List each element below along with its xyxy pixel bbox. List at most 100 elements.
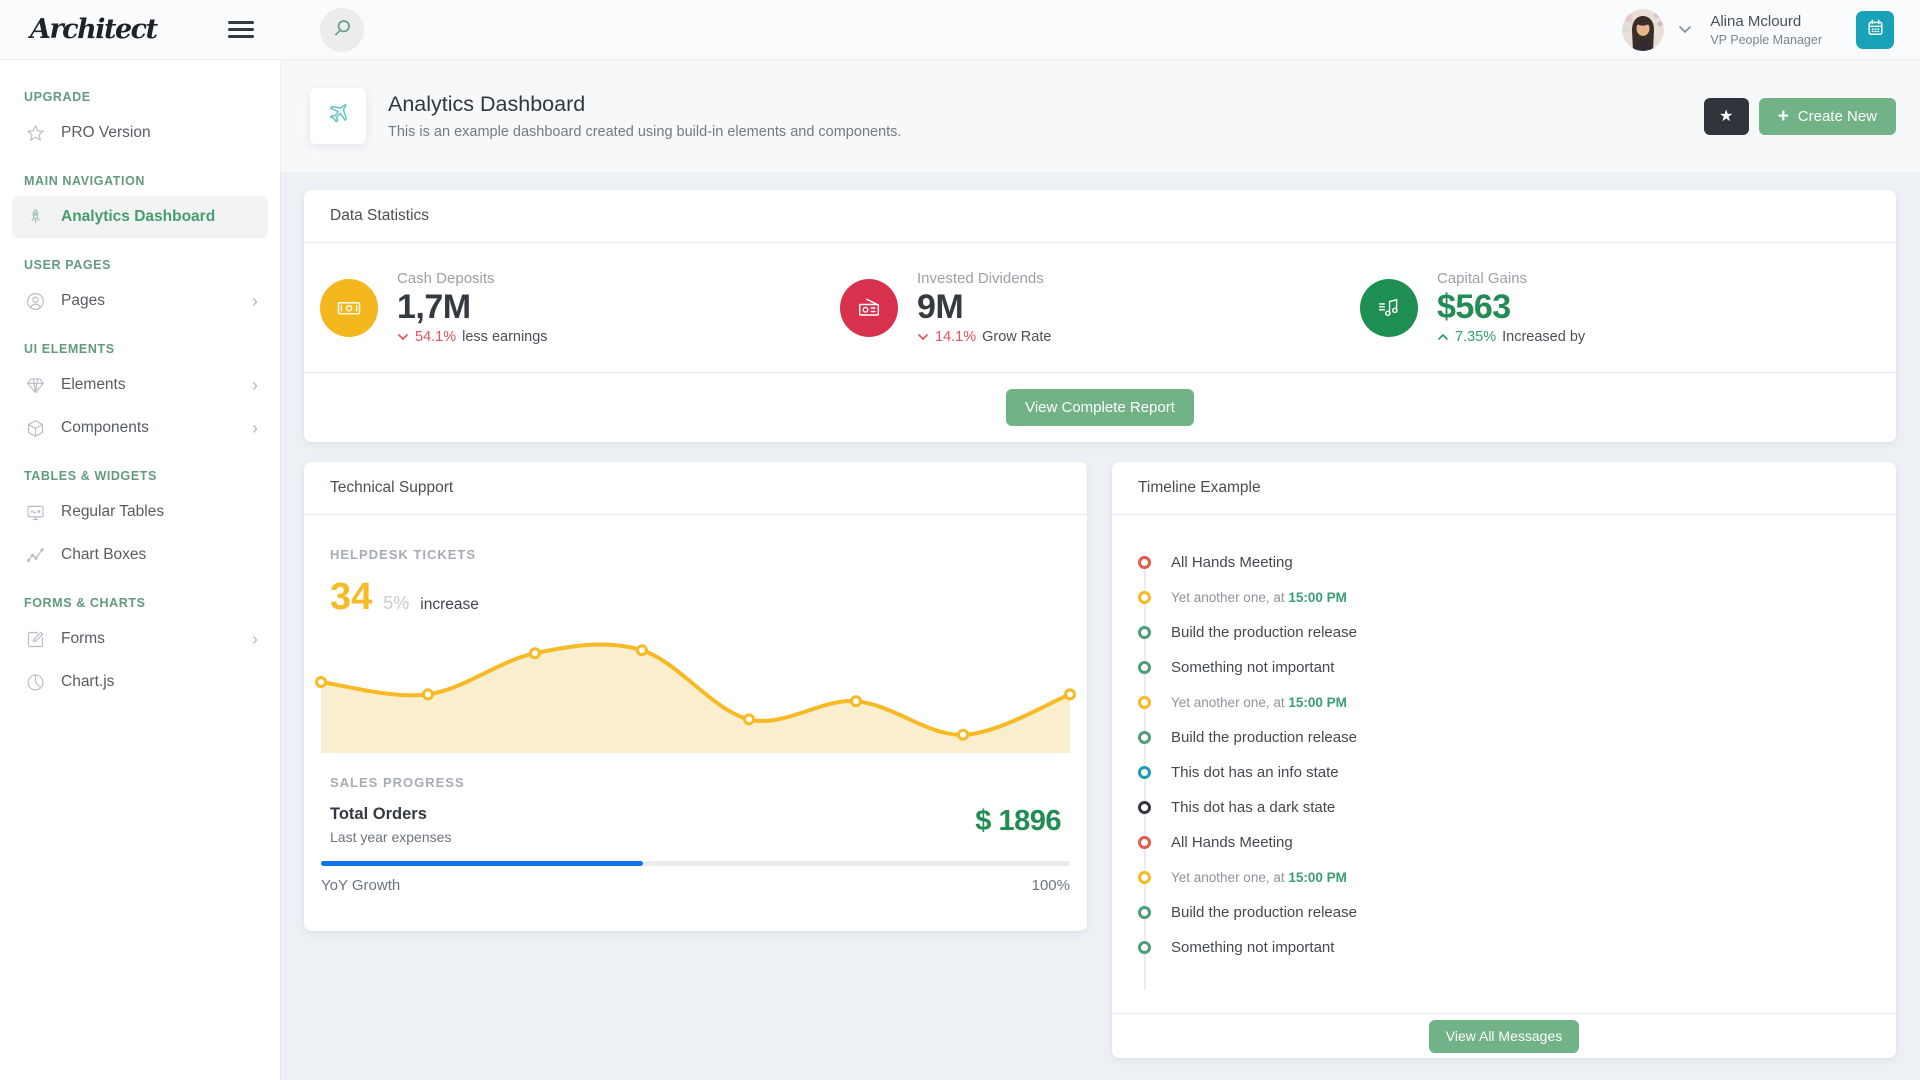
stat-text: Capital Gains $563 7.35% Increased by bbox=[1437, 270, 1585, 346]
timeline-dot bbox=[1138, 626, 1151, 639]
technical-support-card: Technical Support HELPDESK TICKETS 34 5%… bbox=[304, 462, 1087, 931]
sidebar-heading-ui-elements: UI ELEMENTS bbox=[24, 342, 256, 356]
timeline-dot bbox=[1138, 766, 1151, 779]
cash-icon bbox=[320, 279, 378, 337]
create-new-button[interactable]: + Create New bbox=[1759, 98, 1896, 135]
chevron-right-icon: › bbox=[252, 630, 258, 648]
timeline-item: This dot has a dark state bbox=[1138, 790, 1870, 825]
sidebar-item-chart-boxes[interactable]: Chart Boxes bbox=[12, 534, 268, 576]
stat-label: Invested Dividends bbox=[917, 270, 1051, 287]
sidebar-item-components[interactable]: Components › bbox=[12, 407, 268, 449]
menu-toggle-icon[interactable] bbox=[228, 17, 254, 43]
user-name: Alina Mclourd bbox=[1710, 13, 1822, 30]
stats-row: Cash Deposits 1,7M 54.1% less earnings I… bbox=[304, 243, 1896, 372]
cube-icon bbox=[24, 417, 46, 439]
timeline-item: Build the production release bbox=[1138, 895, 1870, 930]
helpdesk-tickets-label: HELPDESK TICKETS bbox=[330, 547, 1061, 562]
stat-label: Capital Gains bbox=[1437, 270, 1585, 287]
card-title: Data Statistics bbox=[304, 190, 1896, 243]
timeline-dot bbox=[1138, 871, 1151, 884]
timeline-dot bbox=[1138, 906, 1151, 919]
stat-cash-deposits: Cash Deposits 1,7M 54.1% less earnings bbox=[320, 270, 840, 346]
timeline-body: All Hands Meeting Yet another one, at 15… bbox=[1112, 515, 1896, 1013]
tickets-row: 34 5% increase bbox=[330, 576, 1061, 619]
sidebar-heading-user-pages: USER PAGES bbox=[24, 258, 256, 272]
user-role: VP People Manager bbox=[1710, 33, 1822, 47]
orders-amount: $ 1896 bbox=[975, 805, 1061, 838]
logo-area: Architect bbox=[0, 0, 280, 59]
yoy-label: YoY Growth bbox=[321, 877, 400, 894]
stat-label: Cash Deposits bbox=[397, 270, 548, 287]
view-complete-report-button[interactable]: View Complete Report bbox=[1006, 389, 1194, 426]
edit-square-icon bbox=[24, 628, 46, 650]
sidebar-item-label: Chart Boxes bbox=[61, 546, 146, 564]
page-title-text: Analytics Dashboard This is an example d… bbox=[388, 92, 901, 140]
sidebar-item-label: Elements bbox=[61, 376, 126, 394]
stat-value: 1,7M bbox=[397, 290, 548, 326]
sidebar-item-label: Forms bbox=[61, 630, 105, 648]
stat-text: Cash Deposits 1,7M 54.1% less earnings bbox=[397, 270, 548, 346]
page-subtitle: This is an example dashboard created usi… bbox=[388, 124, 901, 140]
sales-progress-bar bbox=[321, 861, 1070, 866]
sidebar-item-chartjs[interactable]: Chart.js bbox=[12, 661, 268, 703]
main-content: Analytics Dashboard This is an example d… bbox=[280, 60, 1920, 1080]
page-title-icon-card bbox=[310, 88, 366, 144]
page-title: Analytics Dashboard bbox=[388, 92, 901, 117]
sidebar-item-analytics-dashboard[interactable]: Analytics Dashboard bbox=[12, 196, 268, 238]
timeline-item: Build the production release bbox=[1138, 720, 1870, 755]
chevron-right-icon: › bbox=[252, 376, 258, 394]
sidebar-item-pages[interactable]: Pages › bbox=[12, 280, 268, 322]
sidebar-item-pro-version[interactable]: PRO Version bbox=[12, 112, 268, 154]
stat-value: 9M bbox=[917, 290, 1051, 326]
timeline-dot bbox=[1138, 731, 1151, 744]
timeline-dot bbox=[1138, 661, 1151, 674]
search-button[interactable] bbox=[320, 8, 364, 52]
sidebar-item-label: Pages bbox=[61, 292, 105, 310]
timeline-dot bbox=[1138, 836, 1151, 849]
sidebar-item-forms[interactable]: Forms › bbox=[12, 618, 268, 660]
orders-text: Total Orders Last year expenses bbox=[330, 805, 451, 845]
stat-delta: 54.1% less earnings bbox=[397, 329, 548, 345]
timeline-dot bbox=[1138, 801, 1151, 814]
radio-icon bbox=[840, 279, 898, 337]
timeline-dot bbox=[1138, 696, 1151, 709]
calendar-button[interactable] bbox=[1856, 11, 1894, 49]
timeline: All Hands Meeting Yet another one, at 15… bbox=[1138, 545, 1870, 989]
airplane-icon bbox=[323, 99, 353, 134]
calendar-icon bbox=[1866, 18, 1885, 42]
top-header: Architect bbox=[0, 0, 1920, 60]
stat-value: $563 bbox=[1437, 290, 1585, 326]
stat-capital-gains: Capital Gains $563 7.35% Increased by bbox=[1360, 270, 1880, 346]
chevron-down-icon[interactable] bbox=[1678, 21, 1692, 39]
rocket-icon bbox=[24, 206, 46, 228]
sidebar-item-label: Analytics Dashboard bbox=[61, 208, 215, 226]
helpdesk-area-chart bbox=[321, 633, 1070, 753]
card-title: Timeline Example bbox=[1112, 462, 1896, 515]
sidebar-heading-tables-widgets: TABLES & WIDGETS bbox=[24, 469, 256, 483]
timeline-item: Build the production release bbox=[1138, 615, 1870, 650]
view-all-messages-button[interactable]: View All Messages bbox=[1429, 1020, 1579, 1053]
timeline-footer: View All Messages bbox=[1112, 1013, 1896, 1058]
sidebar-item-elements[interactable]: Elements › bbox=[12, 364, 268, 406]
sidebar-heading-main-navigation: MAIN NAVIGATION bbox=[24, 174, 256, 188]
sidebar-item-regular-tables[interactable]: Regular Tables bbox=[12, 491, 268, 533]
page-title-bar: Analytics Dashboard This is an example d… bbox=[280, 60, 1920, 172]
tickets-delta: 5% bbox=[383, 593, 409, 614]
user-circle-icon bbox=[24, 290, 46, 312]
yoy-value: 100% bbox=[1032, 877, 1070, 894]
favorite-button[interactable]: ★ bbox=[1704, 98, 1749, 135]
sales-progress-fill bbox=[321, 861, 643, 866]
timeline-item: Yet another one, at 15:00 PM bbox=[1138, 860, 1870, 895]
chevron-right-icon: › bbox=[252, 419, 258, 437]
chevron-down-icon bbox=[917, 333, 929, 341]
board-icon bbox=[24, 501, 46, 523]
sidebar-item-label: PRO Version bbox=[61, 124, 151, 142]
yoy-row: YoY Growth 100% bbox=[321, 877, 1070, 894]
user-info: Alina Mclourd VP People Manager bbox=[1710, 13, 1822, 47]
sidebar-item-label: Components bbox=[61, 419, 149, 437]
sales-progress-label: SALES PROGRESS bbox=[330, 775, 1061, 790]
stats-card-footer: View Complete Report bbox=[304, 372, 1896, 442]
page-title-actions: ★ + Create New bbox=[1704, 98, 1896, 135]
diamond-icon bbox=[24, 374, 46, 396]
avatar[interactable] bbox=[1622, 9, 1664, 51]
